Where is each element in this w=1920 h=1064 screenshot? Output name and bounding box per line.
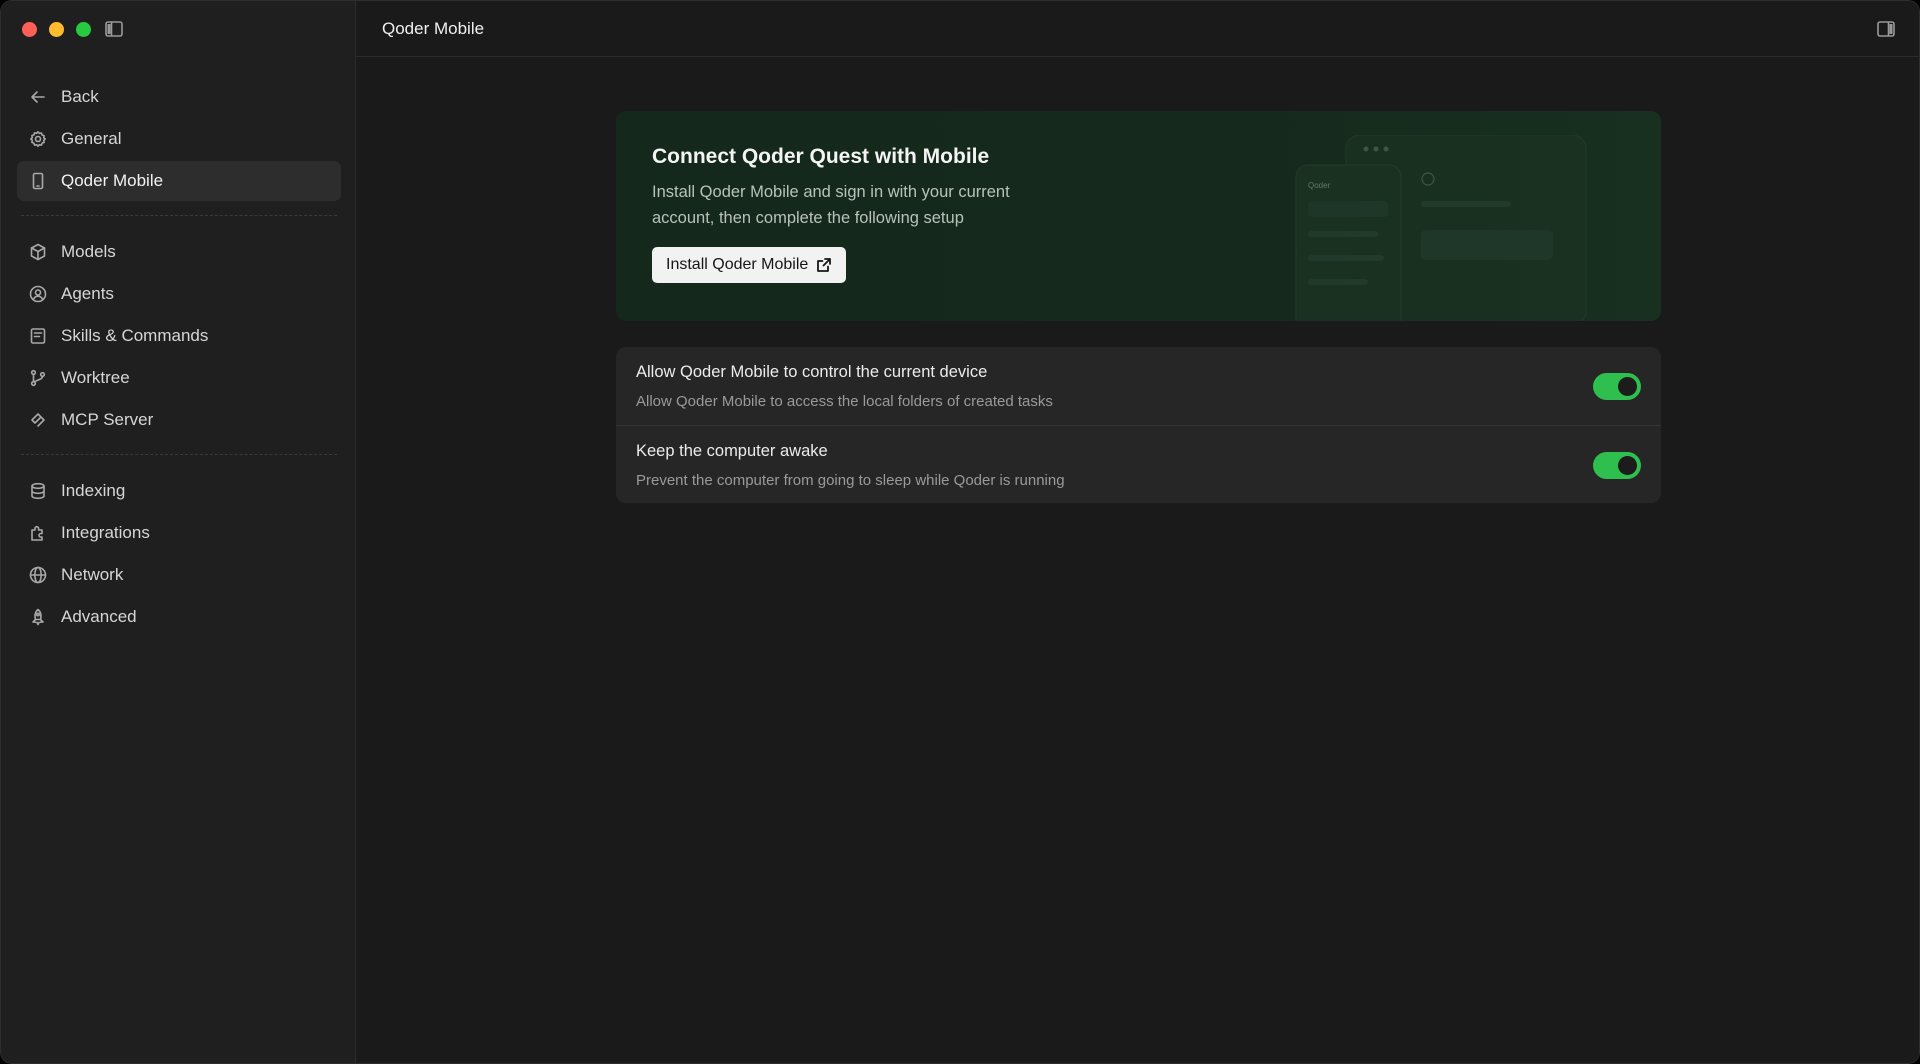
globe-icon — [29, 566, 47, 584]
settings-nav: Back General Qoder Mobile Models Agents … — [17, 77, 341, 639]
setting-allow-control: Allow Qoder Mobile to control the curren… — [616, 347, 1661, 425]
database-icon — [29, 482, 47, 500]
window-controls — [22, 22, 91, 37]
sidebar-item-worktree[interactable]: Worktree — [17, 358, 341, 398]
branch-icon — [29, 369, 47, 387]
sidebar-item-label: Qoder Mobile — [61, 171, 164, 190]
banner-title: Connect Qoder Quest with Mobile — [652, 145, 990, 168]
puzzle-icon — [29, 524, 47, 542]
rocket-icon — [29, 608, 47, 626]
back-label: Back — [61, 87, 99, 106]
book-icon — [29, 327, 47, 345]
mobile-illustration: Qoder — [1295, 135, 1587, 321]
sidebar-item-label: Worktree — [61, 368, 130, 387]
plug-icon — [29, 411, 47, 429]
minimize-window-button[interactable] — [49, 22, 64, 37]
sidebar-item-label: Advanced — [61, 607, 137, 626]
user-circle-icon — [29, 285, 47, 303]
connect-mobile-banner: Connect Qoder Quest with Mobile Install … — [616, 111, 1661, 321]
sidebar-item-agents[interactable]: Agents — [17, 274, 341, 314]
sidebar-item-label: Integrations — [61, 523, 150, 542]
setting-description: Allow Qoder Mobile to access the local f… — [636, 393, 1053, 410]
sidebar-divider — [21, 215, 337, 216]
arrow-left-icon — [29, 88, 47, 106]
setting-title: Allow Qoder Mobile to control the curren… — [636, 363, 988, 381]
keep-awake-toggle[interactable] — [1593, 452, 1641, 479]
install-qoder-mobile-button[interactable]: Install Qoder Mobile — [652, 247, 847, 283]
setting-keep-awake: Keep the computer awake Prevent the comp… — [616, 425, 1661, 503]
sidebar-item-label: Agents — [61, 284, 114, 303]
main-panel: Qoder Mobile Connect Qoder Quest with Mo… — [356, 1, 1919, 1063]
header-bar: Qoder Mobile — [356, 1, 1919, 57]
banner-text: Connect Qoder Quest with Mobile Install … — [652, 145, 1072, 231]
close-window-button[interactable] — [22, 22, 37, 37]
sidebar-item-label: Network — [61, 565, 124, 584]
sidebar-toggle-icon[interactable] — [105, 21, 123, 37]
sidebar-item-models[interactable]: Models — [17, 232, 341, 272]
sidebar-item-label: Indexing — [61, 481, 126, 500]
cube-icon — [29, 243, 47, 261]
allow-control-toggle[interactable] — [1593, 373, 1641, 400]
sidebar-item-integrations[interactable]: Integrations — [17, 513, 341, 553]
page-title: Qoder Mobile — [382, 18, 485, 38]
sidebar-item-mcp-server[interactable]: MCP Server — [17, 400, 341, 440]
sidebar: Back General Qoder Mobile Models Agents … — [1, 1, 356, 1063]
back-button[interactable]: Back — [17, 77, 341, 117]
mobile-settings-card: Allow Qoder Mobile to control the curren… — [616, 347, 1661, 503]
banner-description: Install Qoder Mobile and sign in with yo… — [652, 183, 1010, 227]
sidebar-item-label: Skills & Commands — [61, 326, 209, 345]
external-link-icon — [817, 258, 832, 272]
sidebar-item-label: Models — [61, 242, 116, 261]
sidebar-divider — [21, 454, 337, 455]
gear-icon — [29, 130, 47, 148]
panel-toggle-icon[interactable] — [1877, 21, 1895, 37]
settings-content: Connect Qoder Quest with Mobile Install … — [616, 111, 1661, 503]
sidebar-item-advanced[interactable]: Advanced — [17, 597, 341, 637]
sidebar-item-qoder-mobile[interactable]: Qoder Mobile — [17, 161, 341, 201]
toggle-knob — [1618, 456, 1637, 475]
toggle-knob — [1618, 377, 1637, 396]
zoom-window-button[interactable] — [76, 22, 91, 37]
install-button-label: Install Qoder Mobile — [666, 256, 809, 273]
sidebar-item-label: General — [61, 129, 122, 148]
sidebar-item-label: MCP Server — [61, 410, 154, 429]
setting-description: Prevent the computer from going to sleep… — [636, 472, 1065, 489]
illustration-label: Qoder — [1308, 181, 1331, 190]
setting-title: Keep the computer awake — [636, 442, 828, 460]
sidebar-item-indexing[interactable]: Indexing — [17, 471, 341, 511]
sidebar-item-skills-commands[interactable]: Skills & Commands — [17, 316, 341, 356]
sidebar-item-general[interactable]: General — [17, 119, 341, 159]
phone-icon — [29, 172, 47, 190]
sidebar-item-network[interactable]: Network — [17, 555, 341, 595]
settings-window: Back General Qoder Mobile Models Agents … — [0, 0, 1920, 1064]
